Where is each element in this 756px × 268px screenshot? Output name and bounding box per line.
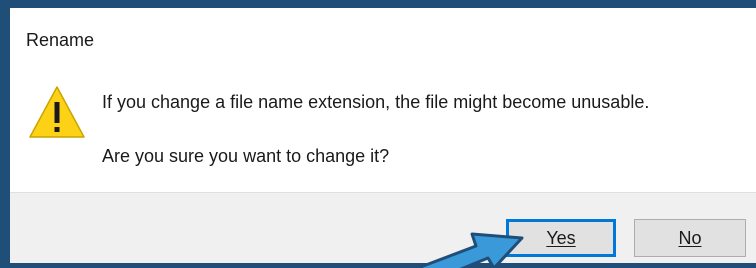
no-button[interactable]: No: [634, 219, 746, 257]
confirmation-question: Are you sure you want to change it?: [102, 146, 390, 166]
yes-button-label: Yes: [546, 227, 576, 248]
rename-dialog: Rename If you change a file name extensi…: [10, 8, 756, 263]
dialog-title: Rename: [26, 30, 95, 50]
pointer-arrow-icon: [416, 232, 524, 268]
warning-icon: [29, 86, 85, 138]
no-button-label: No: [678, 227, 702, 248]
warning-message: If you change a file name extension, the…: [102, 92, 650, 112]
dialog-button-bar: Yes No: [10, 192, 756, 263]
